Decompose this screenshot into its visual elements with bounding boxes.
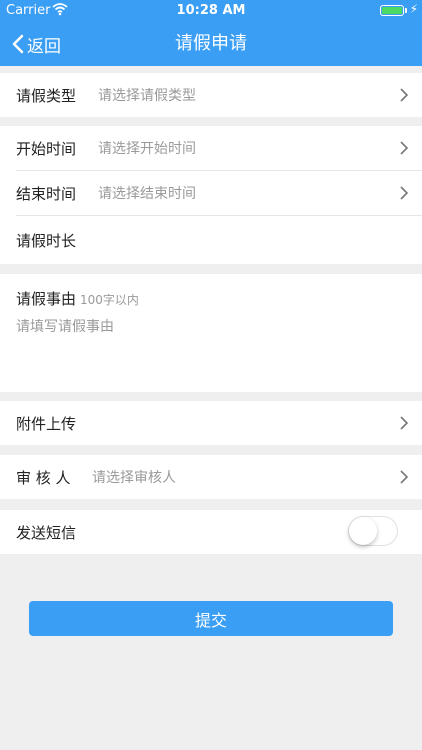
status-bar: Carrier 10:28 AM ⚡ [0,0,422,22]
back-label: 返回 [27,36,61,57]
chevron-right-icon [400,186,408,200]
submit-button[interactable]: 提交 [29,601,393,636]
reason-section: 请假事由 100字以内 [0,274,422,392]
back-chevron-icon [12,34,24,54]
toggle-knob [349,517,377,545]
end-time-placeholder: 请选择结束时间 [98,186,196,202]
start-time-label: 开始时间 [16,139,77,158]
duration-row: 请假时长 [0,216,422,264]
leave-type-label: 请假类型 [16,86,77,105]
attachment-row[interactable]: 附件上传 [0,401,422,445]
end-time-row[interactable]: 结束时间 请选择结束时间 [0,171,422,215]
battery-icon [380,5,404,16]
end-time-label: 结束时间 [16,184,77,203]
clock: 10:28 AM [176,3,246,18]
approver-label: 审 核 人 [16,468,71,487]
sms-label: 发送短信 [16,523,77,542]
reason-hint: 100字以内 [80,293,139,307]
chevron-right-icon [400,470,408,484]
battery-tip [405,8,407,13]
approver-row[interactable]: 审 核 人 请选择审核人 [0,455,422,499]
chevron-right-icon [400,416,408,430]
duration-label: 请假时长 [16,231,77,250]
chevron-right-icon [400,88,408,102]
start-time-placeholder: 请选择开始时间 [98,141,196,157]
leave-type-section: 请假类型 请选择请假类型 [0,73,422,117]
sms-toggle[interactable] [348,516,398,546]
charging-icon: ⚡ [409,2,418,16]
time-section: 开始时间 请选择开始时间 结束时间 请选择结束时间 请假时长 [0,126,422,264]
reason-textarea[interactable] [16,316,396,386]
approver-section: 审 核 人 请选择审核人 [0,455,422,499]
start-time-row[interactable]: 开始时间 请选择开始时间 [0,126,422,170]
leave-type-row[interactable]: 请假类型 请选择请假类型 [0,73,422,117]
attachment-label: 附件上传 [16,414,77,433]
nav-bar: 返回 请假申请 [0,22,422,66]
page-title: 请假申请 [175,33,247,54]
approver-placeholder: 请选择审核人 [92,470,176,486]
reason-label: 请假事由 100字以内 [16,288,139,309]
sms-row: 发送短信 [0,510,422,554]
reason-title: 请假事由 [16,290,77,308]
sms-section: 发送短信 [0,510,422,554]
leave-type-placeholder: 请选择请假类型 [98,88,196,104]
back-button[interactable]: 返回 [12,22,61,66]
chevron-right-icon [400,141,408,155]
attachment-section: 附件上传 [0,401,422,445]
